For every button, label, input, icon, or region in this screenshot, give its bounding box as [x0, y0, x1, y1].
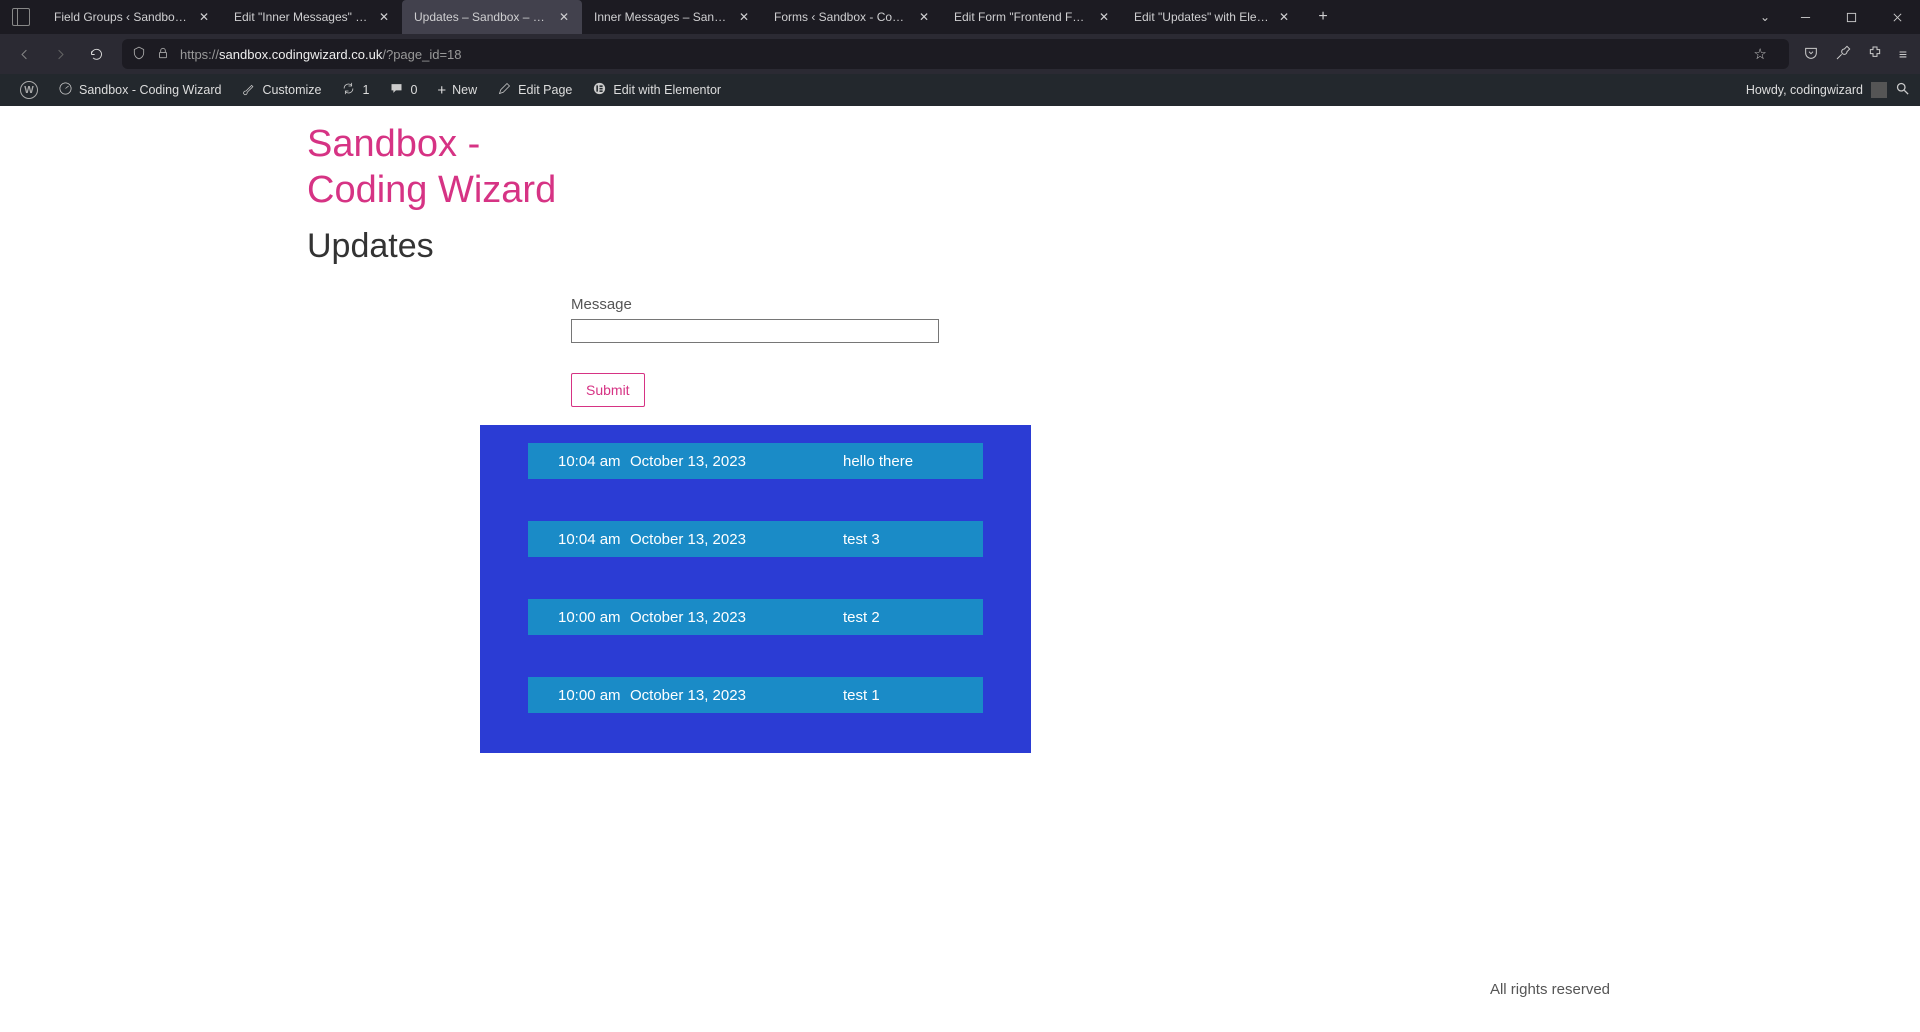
tab-title: Edit Form "Frontend Form" ‹ Sandb — [954, 10, 1090, 24]
url-bar[interactable]: https://sandbox.codingwizard.co.uk/?page… — [122, 39, 1789, 69]
tab-close-icon[interactable]: ✕ — [916, 9, 932, 25]
tab-close-icon[interactable]: ✕ — [736, 9, 752, 25]
tab-title: Edit "Inner Messages" with Element — [234, 10, 370, 24]
update-icon — [341, 81, 356, 99]
wp-new[interactable]: + New — [427, 74, 487, 106]
message-time: 10:04 am — [558, 531, 630, 548]
message-time: 10:00 am — [558, 687, 630, 704]
browser-tab[interactable]: Edit "Inner Messages" with Element ✕ — [222, 0, 402, 34]
wp-site-name[interactable]: Sandbox - Coding Wizard — [48, 74, 231, 106]
browser-tab[interactable]: Field Groups ‹ Sandbox - Coding Wi ✕ — [42, 0, 222, 34]
bookmark-star-icon[interactable]: ☆ — [1753, 45, 1766, 63]
submit-button[interactable]: Submit — [571, 373, 645, 407]
window-close-button[interactable] — [1874, 0, 1920, 34]
message-text: test 2 — [843, 609, 953, 626]
nav-back-button[interactable] — [8, 38, 40, 70]
message-date: October 13, 2023 — [630, 687, 800, 704]
wp-customize[interactable]: Customize — [231, 74, 331, 106]
tab-close-icon[interactable]: ✕ — [196, 9, 212, 25]
browser-tab[interactable]: Updates – Sandbox – Coding Wizard ✕ — [402, 0, 582, 34]
app-menu-icon[interactable]: ≡ — [1899, 46, 1906, 62]
wp-search-button[interactable] — [1895, 81, 1910, 100]
wp-admin-bar: W Sandbox - Coding Wizard Customize 1 0 … — [0, 74, 1920, 106]
url-text: https://sandbox.codingwizard.co.uk/?page… — [180, 47, 462, 62]
tab-search-button[interactable] — [0, 0, 42, 34]
browser-toolbar: https://sandbox.codingwizard.co.uk/?page… — [0, 34, 1920, 74]
message-time: 10:00 am — [558, 609, 630, 626]
new-tab-button[interactable]: + — [1308, 0, 1338, 34]
nav-forward-button — [44, 38, 76, 70]
tab-title: Inner Messages – Sandbox – Codin — [594, 10, 730, 24]
message-text: hello there — [843, 453, 953, 470]
avatar[interactable] — [1871, 82, 1887, 98]
shield-icon — [132, 46, 146, 63]
footer-text: All rights reserved — [1490, 981, 1610, 998]
plus-icon: + — [437, 82, 446, 99]
wp-howdy[interactable]: Howdy, codingwizard — [1746, 83, 1863, 97]
messages-list: 10:04 amOctober 13, 2023hello there10:04… — [480, 425, 1031, 753]
pencil-icon — [497, 81, 512, 99]
wrench-icon[interactable] — [1835, 45, 1851, 64]
dashboard-icon — [58, 81, 73, 99]
message-time: 10:04 am — [558, 453, 630, 470]
tab-close-icon[interactable]: ✕ — [556, 9, 572, 25]
comment-icon — [389, 81, 404, 99]
message-text: test 3 — [843, 531, 953, 548]
sidebar-toggle-icon — [12, 8, 30, 26]
browser-tab[interactable]: Forms ‹ Sandbox - Coding Wizard - ✕ — [762, 0, 942, 34]
lock-icon — [156, 46, 170, 63]
message-row: 10:00 amOctober 13, 2023 test 1 — [528, 677, 983, 713]
pocket-icon[interactable] — [1803, 45, 1819, 64]
message-text: test 1 — [843, 687, 953, 704]
tab-close-icon[interactable]: ✕ — [376, 9, 392, 25]
message-row: 10:04 amOctober 13, 2023 test 3 — [528, 521, 983, 557]
message-form: Message Submit — [571, 296, 941, 407]
tab-close-icon[interactable]: ✕ — [1276, 9, 1292, 25]
wp-edit-page[interactable]: Edit Page — [487, 74, 582, 106]
browser-tab[interactable]: Inner Messages – Sandbox – Codin ✕ — [582, 0, 762, 34]
browser-tab[interactable]: Edit Form "Frontend Form" ‹ Sandb ✕ — [942, 0, 1122, 34]
message-date: October 13, 2023 — [630, 531, 800, 548]
browser-tab[interactable]: Edit "Updates" with Elementor ✕ — [1122, 0, 1302, 34]
extensions-icon[interactable] — [1867, 45, 1883, 64]
page-title: Updates — [307, 227, 1207, 266]
wp-updates[interactable]: 1 — [331, 74, 379, 106]
tabs-dropdown-button[interactable]: ⌄ — [1748, 10, 1782, 24]
wp-comments[interactable]: 0 — [379, 74, 427, 106]
window-minimize-button[interactable] — [1782, 0, 1828, 34]
wp-edit-elementor[interactable]: Edit with Elementor — [582, 74, 731, 106]
window-maximize-button[interactable] — [1828, 0, 1874, 34]
message-date: October 13, 2023 — [630, 609, 800, 626]
message-input[interactable] — [571, 319, 939, 343]
elementor-icon — [592, 81, 607, 99]
message-row: 10:04 amOctober 13, 2023 hello there — [528, 443, 983, 479]
tab-title: Field Groups ‹ Sandbox - Coding Wi — [54, 10, 190, 24]
message-row: 10:00 amOctober 13, 2023 test 2 — [528, 599, 983, 635]
message-field-label: Message — [571, 296, 941, 313]
browser-titlebar: Field Groups ‹ Sandbox - Coding Wi✕Edit … — [0, 0, 1920, 34]
tab-title: Updates – Sandbox – Coding Wizard — [414, 10, 550, 24]
message-date: October 13, 2023 — [630, 453, 800, 470]
site-title[interactable]: Sandbox - Coding Wizard — [307, 122, 567, 213]
wordpress-logo-icon: W — [20, 81, 38, 99]
tab-title: Edit "Updates" with Elementor — [1134, 10, 1270, 24]
nav-reload-button[interactable] — [80, 38, 112, 70]
tab-title: Forms ‹ Sandbox - Coding Wizard - — [774, 10, 910, 24]
brush-icon — [241, 81, 256, 99]
tab-close-icon[interactable]: ✕ — [1096, 9, 1112, 25]
page-viewport: Sandbox - Coding Wizard Updates Message … — [0, 106, 1920, 1032]
wp-logo-menu[interactable]: W — [10, 74, 48, 106]
